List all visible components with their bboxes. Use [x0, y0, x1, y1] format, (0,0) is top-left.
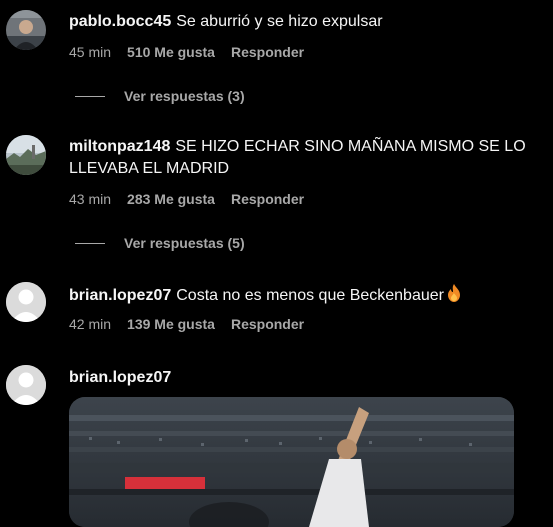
- avatar[interactable]: [6, 10, 46, 50]
- landscape-photo-avatar-icon: [6, 135, 46, 175]
- comment-image[interactable]: [69, 397, 514, 527]
- stadium-photo-icon: [69, 397, 514, 527]
- replies-divider: [75, 95, 105, 97]
- comment-username[interactable]: miltonpaz148: [69, 138, 170, 155]
- comment-meta: 45 min 510 Me gusta Responder: [69, 44, 304, 60]
- view-replies-label: Ver respuestas (5): [124, 235, 245, 251]
- comment-time: 42 min: [69, 316, 112, 332]
- default-avatar-icon: [6, 282, 46, 322]
- comment-text-block: brian.lopez07 Costa no es menos que Becke…: [69, 284, 543, 309]
- likes-count[interactable]: 139 Me gusta: [127, 316, 215, 332]
- view-replies-button[interactable]: Ver respuestas (3): [75, 88, 245, 104]
- avatar[interactable]: [6, 135, 46, 175]
- avatar[interactable]: [6, 282, 46, 322]
- likes-count[interactable]: 283 Me gusta: [127, 191, 215, 207]
- reply-button[interactable]: Responder: [231, 44, 304, 60]
- comment-username[interactable]: brian.lopez07: [69, 287, 171, 304]
- fire-icon: [447, 284, 461, 309]
- comment-username[interactable]: pablo.bocc45: [69, 13, 171, 30]
- reply-button[interactable]: Responder: [231, 316, 304, 332]
- comment-text-block: brian.lopez07: [69, 367, 543, 389]
- comment-meta: 43 min 283 Me gusta Responder: [69, 191, 304, 207]
- reply-button[interactable]: Responder: [231, 191, 304, 207]
- comment-meta: 42 min 139 Me gusta Responder: [69, 316, 304, 332]
- user-photo-avatar-icon: [6, 10, 46, 50]
- comment-text-block: miltonpaz148 SE HIZO ECHAR SINO MAÑANA MI…: [69, 136, 543, 180]
- replies-divider: [75, 242, 105, 244]
- view-replies-button[interactable]: Ver respuestas (5): [75, 235, 245, 251]
- likes-count[interactable]: 510 Me gusta: [127, 44, 215, 60]
- avatar[interactable]: [6, 365, 46, 405]
- comment-time: 45 min: [69, 44, 112, 60]
- comment-username[interactable]: brian.lopez07: [69, 369, 171, 386]
- comment-body: Se aburrió y se hizo expulsar: [176, 13, 383, 30]
- default-avatar-icon: [6, 365, 46, 405]
- comment-body: Costa no es menos que Beckenbauer: [176, 287, 444, 304]
- comment-time: 43 min: [69, 191, 112, 207]
- view-replies-label: Ver respuestas (3): [124, 88, 245, 104]
- comment-text-block: pablo.bocc45 Se aburrió y se hizo expulsa…: [69, 11, 543, 33]
